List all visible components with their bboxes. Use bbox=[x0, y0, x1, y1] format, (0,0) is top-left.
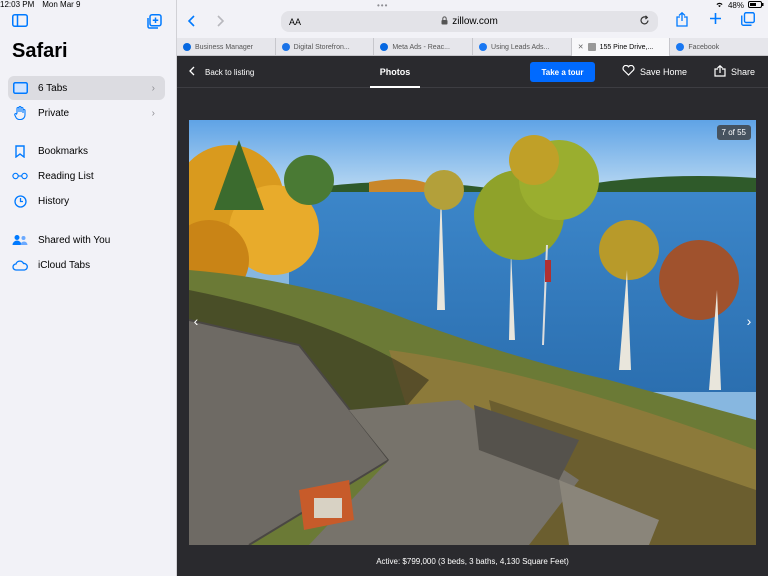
tab-meta-ads[interactable]: Meta Ads - Reac... bbox=[374, 38, 474, 56]
sidebar-item-label: 6 Tabs bbox=[38, 82, 68, 94]
chevron-right-icon: › bbox=[151, 107, 155, 119]
tab-label: Digital Storefron... bbox=[293, 43, 350, 51]
sidebar-toolbar bbox=[12, 14, 162, 32]
tab-label: Using Leads Ads... bbox=[491, 43, 550, 51]
sidebar-item-tabs[interactable]: 6 Tabs › bbox=[8, 76, 165, 100]
tab-155-pine-drive[interactable]: ✕ 155 Pine Drive,... bbox=[571, 38, 671, 56]
meta-icon bbox=[380, 43, 389, 51]
browser-window: ••• AA zillow.com Business Manager Digit… bbox=[177, 0, 768, 576]
reload-icon[interactable] bbox=[639, 14, 650, 29]
tab-digital-storefront[interactable]: Digital Storefron... bbox=[276, 38, 375, 56]
back-to-listing-link[interactable]: Back to listing bbox=[189, 66, 254, 78]
sidebar-item-shared-with-you[interactable]: Shared with You bbox=[8, 228, 165, 252]
tab-facebook[interactable]: Facebook bbox=[670, 38, 768, 56]
tab-overview-icon[interactable] bbox=[741, 12, 755, 29]
bookmark-icon bbox=[12, 144, 28, 158]
sidebar-item-label: iCloud Tabs bbox=[38, 259, 91, 271]
next-photo-arrow-icon[interactable]: › bbox=[742, 310, 756, 332]
listing-caption: Active: $799,000 (3 beds, 3 baths, 4,130… bbox=[376, 557, 569, 566]
heart-icon bbox=[622, 64, 635, 78]
take-a-tour-button[interactable]: Take a tour bbox=[530, 62, 595, 82]
new-tab-icon[interactable] bbox=[709, 12, 722, 28]
glasses-icon bbox=[12, 169, 28, 183]
back-arrow-icon[interactable] bbox=[187, 14, 195, 30]
battery-icon bbox=[748, 0, 764, 10]
sidebar-item-label: Shared with You bbox=[38, 234, 111, 246]
address-bar[interactable]: AA zillow.com bbox=[281, 11, 658, 32]
sidebar-item-label: History bbox=[38, 195, 70, 207]
share-icon[interactable] bbox=[676, 11, 688, 30]
sidebar-item-label: Reading List bbox=[38, 170, 94, 182]
chevron-left-icon bbox=[189, 66, 195, 78]
tab-label: Business Manager bbox=[195, 43, 253, 51]
cloud-icon bbox=[12, 258, 28, 272]
photo-viewer-header: Back to listing Photos Take a tour Save … bbox=[177, 57, 768, 88]
sidebar-item-label: Private bbox=[38, 107, 70, 119]
sidebar-item-icloud-tabs[interactable]: iCloud Tabs bbox=[8, 253, 165, 277]
tab-label: Meta Ads - Reac... bbox=[392, 43, 450, 51]
hand-icon bbox=[12, 106, 28, 120]
status-bar-left: 12:03 PM Mon Mar 9 bbox=[0, 0, 80, 10]
lock-icon bbox=[441, 16, 448, 27]
save-home-button[interactable]: Save Home bbox=[622, 64, 688, 78]
share-label: Share bbox=[731, 67, 756, 77]
sidebar-title: Safari bbox=[12, 40, 68, 62]
share-button[interactable]: Share bbox=[714, 65, 755, 79]
save-home-label: Save Home bbox=[640, 66, 688, 77]
sidebar-item-reading-list[interactable]: Reading List bbox=[8, 164, 165, 188]
status-time: 12:03 PM bbox=[0, 0, 35, 9]
facebook-icon bbox=[676, 43, 685, 51]
clock-icon bbox=[12, 194, 28, 208]
new-tab-group-icon[interactable] bbox=[147, 14, 162, 32]
tab-using-leads-ads[interactable]: Using Leads Ads... bbox=[473, 38, 572, 56]
text-size-button[interactable]: AA bbox=[289, 17, 301, 27]
previous-photo-arrow-icon[interactable]: ‹ bbox=[189, 310, 203, 332]
meta-icon bbox=[183, 43, 191, 51]
status-date: Mon Mar 9 bbox=[42, 0, 81, 9]
sidebar-item-private[interactable]: Private › bbox=[8, 101, 165, 125]
sidebar: Safari 6 Tabs › Private › Bookmarks Read… bbox=[0, 0, 177, 576]
forward-arrow-icon[interactable] bbox=[217, 14, 225, 30]
listing-photo[interactable]: 7 of 55 ‹ › bbox=[189, 120, 756, 545]
tab-bar: Business Manager Digital Storefron... Me… bbox=[177, 38, 768, 56]
sidebar-item-label: Bookmarks bbox=[38, 145, 89, 157]
wifi-icon bbox=[715, 1, 724, 10]
tab-photos[interactable]: Photos bbox=[370, 57, 420, 88]
share-icon bbox=[714, 65, 726, 79]
facebook-icon bbox=[479, 43, 488, 51]
url-text: zillow.com bbox=[452, 16, 498, 27]
status-bar-right: 48% bbox=[715, 0, 764, 10]
sidebar-toggle-icon[interactable] bbox=[12, 14, 28, 32]
back-to-listing-label: Back to listing bbox=[205, 67, 255, 77]
tab-label: 155 Pine Drive,... bbox=[599, 43, 654, 51]
browser-toolbar: ••• AA zillow.com bbox=[177, 0, 768, 38]
chevron-right-icon: › bbox=[151, 82, 155, 94]
battery-percent: 48% bbox=[727, 0, 744, 10]
tabs-icon bbox=[12, 81, 28, 95]
sidebar-item-history[interactable]: History bbox=[8, 189, 165, 213]
sidebar-item-bookmarks[interactable]: Bookmarks bbox=[8, 139, 165, 163]
multitasking-dots[interactable]: ••• bbox=[377, 1, 388, 10]
tab-business-manager[interactable]: Business Manager bbox=[177, 38, 276, 56]
photo-counter: 7 of 55 bbox=[716, 125, 751, 140]
close-tab-icon[interactable]: ✕ bbox=[578, 43, 584, 51]
storefront-icon bbox=[281, 43, 290, 51]
tab-label: Facebook bbox=[688, 43, 720, 51]
lake-house-photo bbox=[189, 120, 756, 545]
page-icon bbox=[587, 43, 596, 51]
people-icon bbox=[12, 233, 28, 247]
